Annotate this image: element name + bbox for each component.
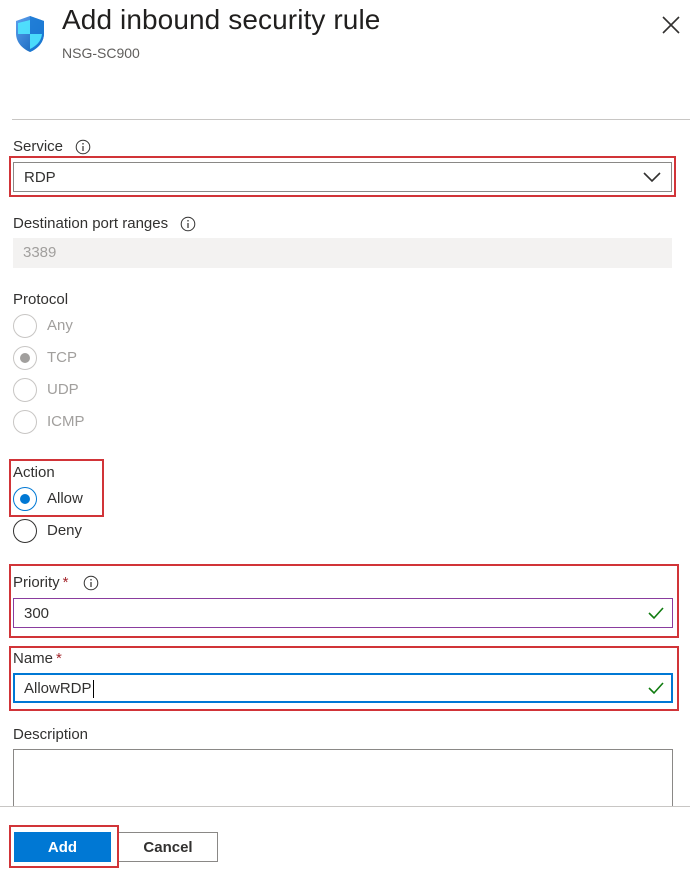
port-label: Destination port ranges — [13, 215, 169, 232]
header-divider — [12, 119, 690, 120]
service-label-row: Service — [13, 138, 91, 155]
name-input[interactable]: AllowRDP — [13, 673, 673, 703]
checkmark-icon — [648, 682, 664, 695]
radio-circle — [13, 314, 37, 338]
name-value: AllowRDP — [24, 680, 92, 697]
priority-label-row: Priority * — [13, 574, 99, 591]
description-label: Description — [13, 726, 89, 743]
radio-selected-dot — [20, 353, 30, 363]
action-allow-radio[interactable]: Allow — [13, 487, 98, 511]
radio-label: Allow — [47, 490, 83, 507]
info-icon[interactable] — [75, 139, 91, 155]
name-label-row: Name * — [13, 650, 62, 667]
radio-label: Any — [47, 317, 73, 334]
cancel-button[interactable]: Cancel — [118, 832, 218, 862]
protocol-tcp-radio: TCP — [13, 346, 213, 370]
radio-label: ICMP — [47, 413, 85, 430]
chevron-down-icon — [643, 172, 661, 183]
close-icon[interactable] — [660, 14, 682, 36]
radio-label: TCP — [47, 349, 77, 366]
radio-label: Deny — [47, 522, 83, 539]
radio-circle — [13, 410, 37, 434]
port-input: 3389 — [13, 238, 672, 268]
page-subtitle: NSG-SC900 — [62, 45, 140, 61]
action-deny-radio[interactable]: Deny — [13, 519, 98, 543]
port-value: 3389 — [23, 244, 57, 261]
page-title: Add inbound security rule — [62, 4, 381, 35]
radio-circle — [13, 378, 37, 402]
text-caret — [92, 680, 94, 699]
protocol-any-radio: Any — [13, 314, 213, 338]
required-mark: * — [62, 574, 69, 591]
service-dropdown[interactable]: RDP — [13, 162, 672, 192]
service-value: RDP — [24, 169, 56, 186]
radio-circle — [13, 519, 37, 543]
required-mark: * — [56, 650, 62, 667]
info-icon[interactable] — [83, 575, 99, 591]
priority-label: Priority — [13, 574, 60, 591]
protocol-label: Protocol — [13, 291, 69, 308]
add-button[interactable]: Add — [14, 832, 111, 862]
radio-label: UDP — [47, 381, 79, 398]
protocol-udp-radio: UDP — [13, 378, 213, 402]
action-label: Action — [13, 464, 55, 481]
info-icon[interactable] — [180, 216, 196, 232]
service-label: Service — [13, 138, 64, 155]
name-label: Name — [13, 650, 54, 667]
footer-divider — [0, 806, 690, 807]
priority-value: 300 — [24, 605, 50, 622]
radio-circle — [13, 346, 37, 370]
priority-input[interactable]: 300 — [13, 598, 673, 628]
port-label-row: Destination port ranges — [13, 215, 196, 232]
protocol-icmp-radio: ICMP — [13, 410, 213, 434]
radio-circle — [13, 487, 37, 511]
name-value-row: AllowRDP — [24, 680, 94, 699]
shield-icon — [16, 16, 44, 52]
radio-selected-dot — [20, 494, 30, 504]
checkmark-icon — [648, 607, 664, 620]
